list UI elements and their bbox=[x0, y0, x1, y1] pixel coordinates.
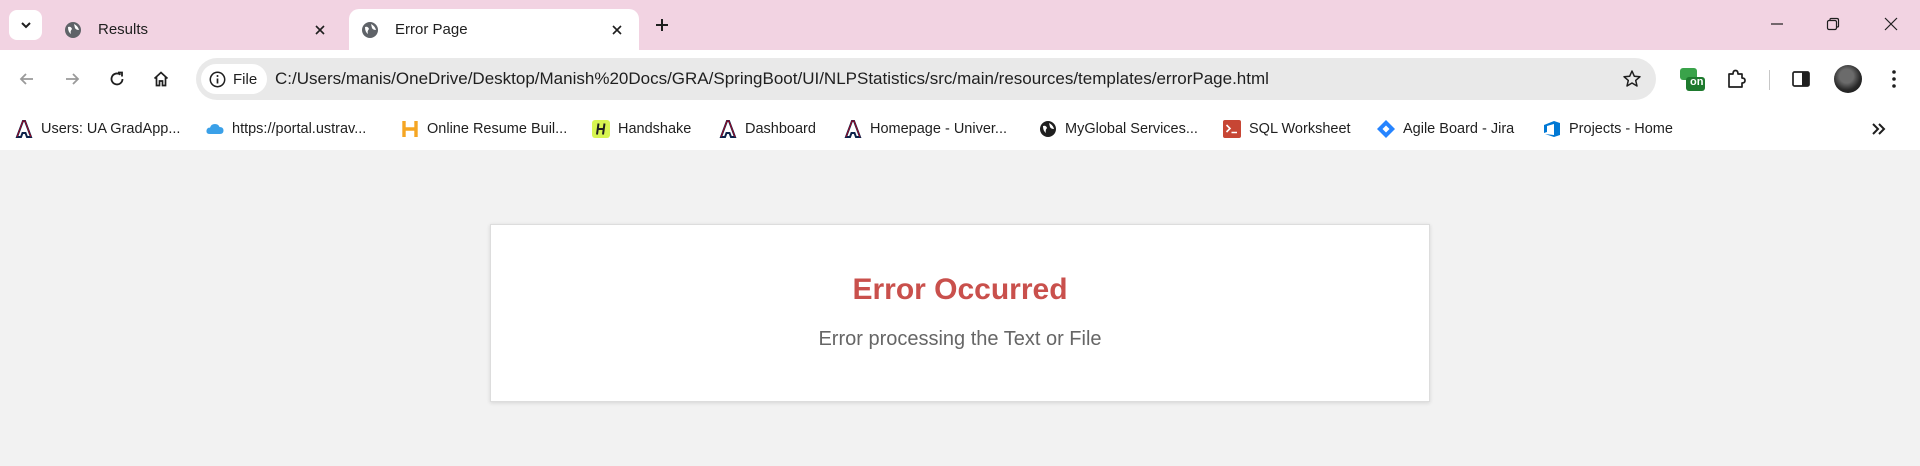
error-card: Error Occurred Error processing the Text… bbox=[490, 224, 1430, 402]
terminal-icon bbox=[1222, 119, 1242, 139]
puzzle-icon bbox=[1728, 69, 1746, 88]
side-panel-button[interactable] bbox=[1785, 63, 1817, 95]
azure-devops-icon bbox=[1542, 119, 1562, 139]
close-icon bbox=[1884, 17, 1898, 31]
bookmark-label: Online Resume Buil... bbox=[427, 121, 568, 137]
kebab-menu-icon bbox=[1892, 70, 1896, 88]
h-logo-icon bbox=[400, 119, 420, 139]
menu-button[interactable] bbox=[1878, 63, 1910, 95]
bookmark-projects-home[interactable]: Projects - Home bbox=[1542, 116, 1673, 142]
extension-on-button[interactable]: on bbox=[1677, 63, 1709, 95]
tab-results[interactable]: Results bbox=[52, 9, 342, 50]
double-chevron-right-icon bbox=[1872, 123, 1886, 135]
arrow-right-icon bbox=[66, 73, 80, 85]
bookmark-label: Projects - Home bbox=[1569, 121, 1673, 137]
arizona-a-icon bbox=[14, 119, 34, 139]
profile-avatar[interactable] bbox=[1834, 65, 1862, 93]
home-button[interactable] bbox=[145, 63, 177, 95]
reload-icon bbox=[110, 71, 124, 86]
globe-icon bbox=[361, 21, 379, 39]
bookmark-label: Agile Board - Jira bbox=[1403, 121, 1515, 137]
tab-title: Results bbox=[98, 21, 149, 38]
extension-badge: on bbox=[1690, 76, 1704, 88]
bookmark-label: Users: UA GradApp... bbox=[41, 121, 181, 137]
cloud-icon bbox=[205, 119, 225, 139]
bookmark-label: SQL Worksheet bbox=[1249, 121, 1351, 137]
bookmark-portal-ustrav[interactable]: https://portal.ustrav... bbox=[205, 116, 366, 142]
close-icon[interactable] bbox=[310, 20, 330, 40]
bookmark-ua-gradapp[interactable]: Users: UA GradApp... bbox=[14, 116, 180, 142]
page-content: Error Occurred Error processing the Text… bbox=[0, 150, 1920, 466]
plus-icon bbox=[656, 19, 668, 31]
home-icon bbox=[153, 71, 169, 87]
arrow-left-icon bbox=[19, 73, 33, 85]
bookmark-handshake[interactable]: Handshake bbox=[591, 116, 691, 142]
side-panel-icon bbox=[1792, 71, 1810, 87]
url-text[interactable]: C:/Users/manis/OneDrive/Desktop/Manish%2… bbox=[275, 69, 1269, 89]
bookmark-agile-board-jira[interactable]: Agile Board - Jira bbox=[1376, 116, 1514, 142]
bookmark-star-icon[interactable] bbox=[1620, 67, 1644, 91]
bookmark-myglobal-services[interactable]: MyGlobal Services... bbox=[1038, 116, 1198, 142]
bookmark-sql-worksheet[interactable]: SQL Worksheet bbox=[1222, 116, 1351, 142]
close-window-button[interactable] bbox=[1876, 9, 1906, 39]
toolbar-divider bbox=[1769, 70, 1770, 90]
bookmark-label: MyGlobal Services... bbox=[1065, 121, 1198, 137]
bookmark-label: https://portal.ustrav... bbox=[232, 121, 367, 137]
bookmark-label: Homepage - Univer... bbox=[870, 121, 1008, 137]
address-bar[interactable]: File C:/Users/manis/OneDrive/Desktop/Man… bbox=[196, 58, 1656, 100]
bookmark-online-resume[interactable]: Online Resume Buil... bbox=[400, 116, 567, 142]
restore-icon bbox=[1826, 17, 1840, 31]
forward-button[interactable] bbox=[56, 63, 88, 95]
arizona-a-icon bbox=[843, 119, 863, 139]
handshake-icon bbox=[591, 119, 611, 139]
tab-search-button[interactable] bbox=[9, 10, 42, 40]
bookmarks-overflow-button[interactable] bbox=[1866, 119, 1892, 139]
bookmark-dashboard[interactable]: Dashboard bbox=[718, 116, 816, 142]
minimize-icon bbox=[1771, 23, 1783, 25]
bookmark-homepage-univer[interactable]: Homepage - Univer... bbox=[843, 116, 1007, 142]
error-message: Error processing the Text or File bbox=[818, 328, 1102, 350]
back-button[interactable] bbox=[11, 63, 43, 95]
jira-icon bbox=[1376, 119, 1396, 139]
chip-label: File bbox=[233, 70, 258, 88]
info-icon bbox=[209, 71, 226, 87]
bookmark-label: Handshake bbox=[618, 121, 692, 137]
tab-error-page[interactable]: Error Page bbox=[349, 9, 639, 50]
bookmarks-bar: Users: UA GradApp... https://portal.ustr… bbox=[0, 108, 1920, 150]
minimize-button[interactable] bbox=[1762, 9, 1792, 39]
restore-button[interactable] bbox=[1818, 9, 1848, 39]
close-icon[interactable] bbox=[607, 20, 627, 40]
error-heading: Error Occurred bbox=[852, 273, 1068, 306]
tab-title: Error Page bbox=[395, 21, 468, 38]
bookmark-label: Dashboard bbox=[745, 121, 816, 137]
reload-button[interactable] bbox=[101, 63, 133, 95]
browser-toolbar: File C:/Users/manis/OneDrive/Desktop/Man… bbox=[0, 50, 1920, 108]
new-tab-button[interactable] bbox=[648, 11, 676, 39]
globe-icon bbox=[64, 21, 82, 39]
chevron-down-icon bbox=[20, 22, 31, 29]
site-info-chip[interactable]: File bbox=[201, 64, 267, 94]
tab-strip: Results Error Page bbox=[0, 0, 1920, 50]
extensions-button[interactable] bbox=[1720, 63, 1752, 95]
globe-icon bbox=[1038, 119, 1058, 139]
arizona-a-icon bbox=[718, 119, 738, 139]
